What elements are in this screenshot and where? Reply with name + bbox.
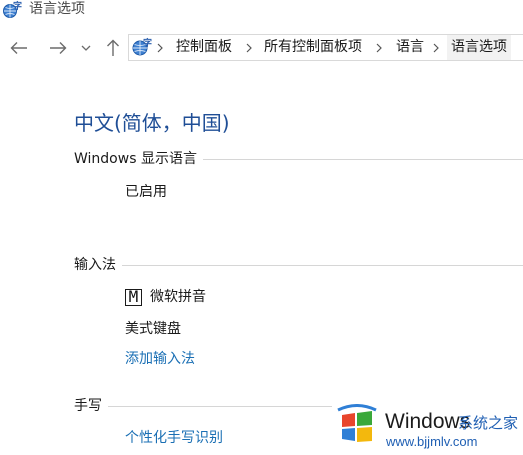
ime-m-icon: M bbox=[125, 288, 142, 306]
navigation-toolbar: 字 控制面板 所有控制面板项 语言 语言选项 bbox=[0, 33, 523, 63]
watermark: Windows 系统之家 www.bjjmlv.com bbox=[330, 401, 523, 455]
display-language-section-header: Windows 显示语言 bbox=[74, 149, 523, 169]
chevron-right-icon[interactable] bbox=[244, 35, 254, 60]
arrow-up-icon bbox=[106, 39, 120, 57]
arrow-right-icon bbox=[49, 41, 67, 55]
watermark-url: www.bjjmlv.com bbox=[386, 434, 478, 449]
title-bar: 字 语言选项 bbox=[0, 0, 523, 22]
input-method-section-header: 输入法 bbox=[74, 255, 523, 275]
breadcrumb-control-panel[interactable]: 控制面板 bbox=[176, 35, 232, 60]
language-settings-icon: 字 bbox=[2, 0, 22, 20]
personalize-handwriting-link[interactable]: 个性化手写识别 bbox=[125, 428, 223, 448]
language-options-window: 字 语言选项 字 控制面板 所有控制面板项 语言 语言选项 中文(简体，中国) … bbox=[0, 0, 523, 455]
display-language-status: 已启用 bbox=[125, 184, 167, 200]
watermark-brand-cn: 系统之家 bbox=[458, 414, 519, 432]
add-input-method-link[interactable]: 添加输入法 bbox=[125, 349, 195, 369]
windows-logo-icon bbox=[334, 404, 380, 450]
section-divider bbox=[202, 158, 523, 160]
keyboard-layout-item[interactable]: 美式键盘 bbox=[125, 319, 181, 339]
arrow-left-icon bbox=[10, 41, 28, 55]
breadcrumb-all-control-panel-items[interactable]: 所有控制面板项 bbox=[264, 35, 362, 60]
breadcrumb-language-options[interactable]: 语言选项 bbox=[447, 35, 511, 60]
ime-name: 微软拼音 bbox=[150, 289, 206, 305]
handwriting-label: 手写 bbox=[74, 398, 102, 414]
language-title: 中文(简体，中国) bbox=[74, 111, 230, 135]
chevron-right-icon[interactable] bbox=[431, 35, 441, 60]
handwriting-section-header: 手写 bbox=[74, 396, 332, 416]
svg-text:字: 字 bbox=[13, 0, 22, 12]
breadcrumb-language[interactable]: 语言 bbox=[396, 35, 424, 60]
chevron-right-icon[interactable] bbox=[374, 35, 384, 60]
section-divider bbox=[108, 405, 332, 407]
ime-list-item-microsoft-pinyin[interactable]: M 微软拼音 bbox=[125, 287, 206, 307]
control-panel-icon: 字 bbox=[131, 36, 153, 58]
recent-locations-button[interactable] bbox=[77, 33, 95, 63]
chevron-down-icon bbox=[81, 44, 91, 52]
display-language-label: Windows 显示语言 bbox=[74, 151, 197, 167]
forward-button[interactable] bbox=[47, 33, 69, 63]
address-bar[interactable]: 字 控制面板 所有控制面板项 语言 语言选项 bbox=[128, 34, 523, 61]
back-button[interactable] bbox=[8, 33, 30, 63]
input-method-label: 输入法 bbox=[74, 257, 116, 273]
up-button[interactable] bbox=[102, 33, 124, 63]
svg-text:字: 字 bbox=[143, 37, 152, 49]
chevron-right-icon[interactable] bbox=[155, 35, 165, 60]
section-divider bbox=[122, 264, 523, 266]
window-title: 语言选项 bbox=[29, 1, 85, 17]
